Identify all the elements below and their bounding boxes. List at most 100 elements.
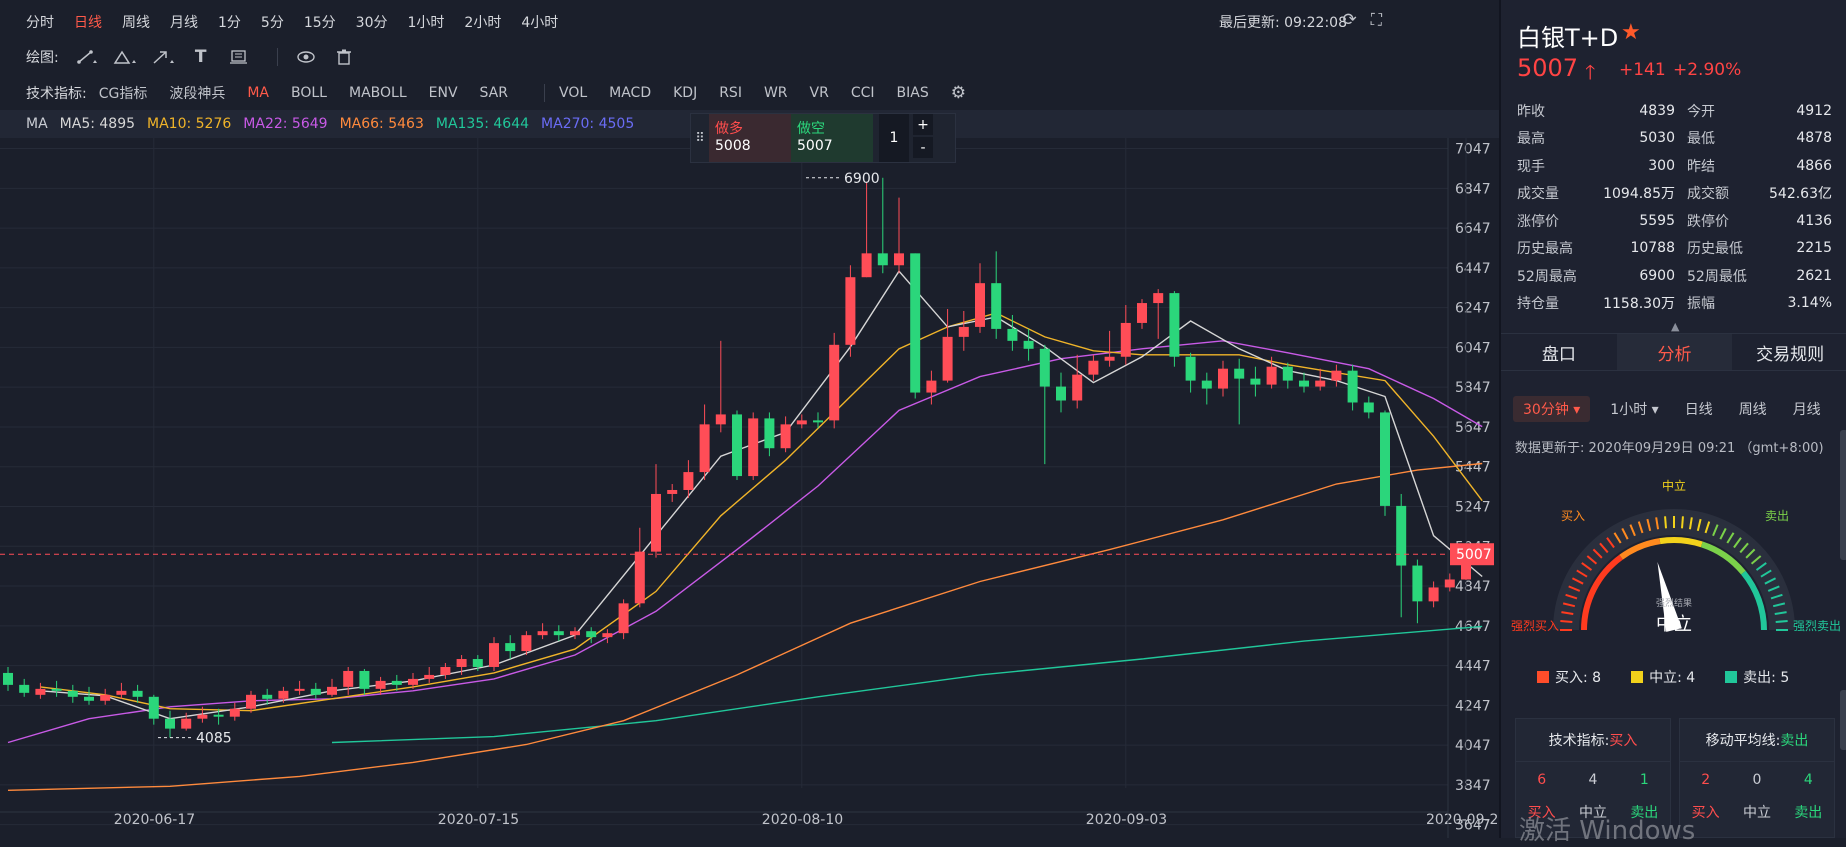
analysis-period-4[interactable]: 月线 [1793, 399, 1821, 419]
line-tool-icon[interactable] [73, 46, 101, 68]
price-change-pct: +2.90% [1673, 60, 1742, 80]
candle-body [440, 666, 451, 675]
candle-body [748, 418, 759, 477]
x-tick-label: 2020-07-15 [438, 812, 519, 828]
stat-cell: 300 [1648, 157, 1675, 174]
favorite-star-icon[interactable]: ★ [1621, 20, 1641, 45]
extreme-label: 6900 [844, 171, 880, 187]
candle-body [813, 420, 823, 423]
ma-legend-item: MA22: 5649 [243, 116, 328, 132]
y-tick-label: 5247 [1455, 499, 1491, 515]
period-tab-4[interactable]: 1分 [218, 12, 241, 32]
divider [276, 48, 278, 66]
period-tab-10[interactable]: 4小时 [521, 12, 558, 32]
indicator-9[interactable]: MACD [609, 85, 651, 101]
legend-item: 卖出: 5 [1725, 667, 1789, 687]
candle-body [456, 659, 467, 667]
quantity-input[interactable]: 1 [879, 114, 909, 162]
indicator-15[interactable]: BIAS [897, 85, 929, 101]
fullscreen-icon[interactable]: ⛶ [1371, 10, 1382, 30]
indicator-14[interactable]: CCI [851, 85, 875, 101]
sell-short-button[interactable]: 做空 5007 [791, 114, 873, 162]
candle-body [1218, 368, 1228, 389]
period-tab-0[interactable]: 分时 [26, 12, 54, 32]
summary-label: 卖出 [1794, 805, 1823, 821]
period-tab-3[interactable]: 月线 [170, 12, 198, 32]
x-tick-label: 2020-06-17 [114, 812, 195, 828]
indicator-bar: 技术指标: CG指标 波段神兵 MA BOLL MABOLL ENV SAR VOL MACD K… [26, 80, 966, 106]
summary-col: 4 卖出 [1794, 772, 1822, 822]
stat-cell: 历史最高 [1517, 241, 1573, 258]
indicator-11[interactable]: RSI [719, 85, 742, 101]
indicator-1[interactable]: 波段神兵 [169, 83, 225, 103]
period-tab-7[interactable]: 30分 [356, 12, 388, 32]
buy-long-button[interactable]: 做多 5008 [709, 114, 791, 162]
stat-row: 52周最高 6900 52周最低 2621 [1517, 262, 1832, 290]
gauge-label-sell: 卖出 [1765, 509, 1789, 523]
indicator-10[interactable]: KDJ [673, 85, 697, 101]
candle-body [1088, 360, 1099, 375]
qty-plus-button[interactable]: + [913, 114, 933, 135]
indicator-12[interactable]: WR [764, 85, 788, 101]
candle-body [1007, 328, 1018, 341]
trash-icon[interactable] [330, 46, 358, 68]
panel-tab-2[interactable]: 交易规则 [1732, 334, 1846, 370]
refresh-icon[interactable]: ⟳ [1343, 10, 1357, 30]
indicator-2[interactable]: MA [247, 85, 269, 101]
analysis-period-2[interactable]: 日线 [1685, 399, 1713, 419]
text-tool-icon[interactable]: T [187, 46, 215, 68]
eye-icon[interactable] [292, 46, 320, 68]
indicator-8[interactable]: VOL [559, 85, 587, 101]
candle-body [197, 714, 208, 719]
candle-body [3, 672, 13, 685]
arrow-tool-icon[interactable] [149, 46, 177, 68]
indicator-5[interactable]: ENV [429, 85, 458, 101]
ma-legend-item: MA66: 5463 [339, 116, 424, 132]
period-tab-2[interactable]: 周线 [122, 12, 150, 32]
collapse-icon[interactable]: ▲ [1671, 320, 1679, 333]
candle-body [553, 631, 564, 636]
scrollbar[interactable] [1840, 430, 1846, 560]
candlestick-chart[interactable]: 7047 6847 6647 6447 6247 6047 5847 5647 5447 5247… [0, 138, 1497, 838]
price-change: +141 [1619, 60, 1666, 80]
analysis-period-3[interactable]: 周线 [1739, 399, 1767, 419]
candle-body [845, 277, 856, 345]
candle-body [861, 253, 872, 278]
indicator-6[interactable]: SAR [480, 85, 508, 101]
qty-minus-button[interactable]: - [913, 137, 933, 158]
period-tab-1[interactable]: 日线 [74, 12, 102, 32]
period-tab-8[interactable]: 1小时 [408, 12, 445, 32]
ma-legend-item: MA5: 4895 [59, 116, 136, 132]
stat-cell: 542.63亿 [1769, 186, 1832, 203]
scrollbar-lower[interactable] [1840, 690, 1846, 750]
settings-gear-icon[interactable]: ⚙ [951, 83, 966, 103]
candle-body [246, 694, 256, 709]
stat-row: 持仓量 1158.30万 振幅 3.14% [1517, 290, 1832, 318]
y-tick-label: 4047 [1455, 738, 1491, 754]
candle-body [116, 690, 127, 695]
panel-tab-1[interactable]: 分析 [1616, 334, 1733, 370]
period-tab-9[interactable]: 2小时 [464, 12, 501, 32]
candle-body [796, 420, 807, 425]
candle-body [926, 380, 937, 393]
panel-tab-0[interactable]: 盘口 [1501, 334, 1617, 370]
legend-swatch [1631, 671, 1644, 683]
indicator-13[interactable]: VR [810, 85, 829, 101]
y-tick-label: 6247 [1455, 301, 1491, 317]
period-tab-6[interactable]: 15分 [304, 12, 336, 32]
summary-count: 2 [1701, 772, 1711, 788]
y-tick-label: 4847 [1455, 579, 1491, 595]
ma-legend-item: MA135: 4644 [435, 116, 530, 132]
stat-cell: 10788 [1630, 240, 1675, 257]
ruler-tool-icon[interactable] [225, 46, 253, 68]
indicator-4[interactable]: MABOLL [349, 85, 407, 101]
analysis-period-0[interactable]: 30分钟 ▾ [1513, 396, 1591, 422]
analysis-period-1[interactable]: 1小时 ▾ [1610, 399, 1658, 419]
quote-panel: 白银T+D ★ 5007 🡑 +141 +2.90% 昨收 4839 今开 4912 最… [1499, 0, 1846, 838]
indicator-3[interactable]: BOLL [291, 85, 327, 101]
period-tab-5[interactable]: 5分 [261, 12, 284, 32]
drag-handle-icon[interactable]: ⠿ [691, 114, 709, 162]
candle-body [278, 690, 289, 699]
indicator-0[interactable]: CG指标 [99, 83, 148, 103]
triangle-tool-icon[interactable] [111, 46, 139, 68]
